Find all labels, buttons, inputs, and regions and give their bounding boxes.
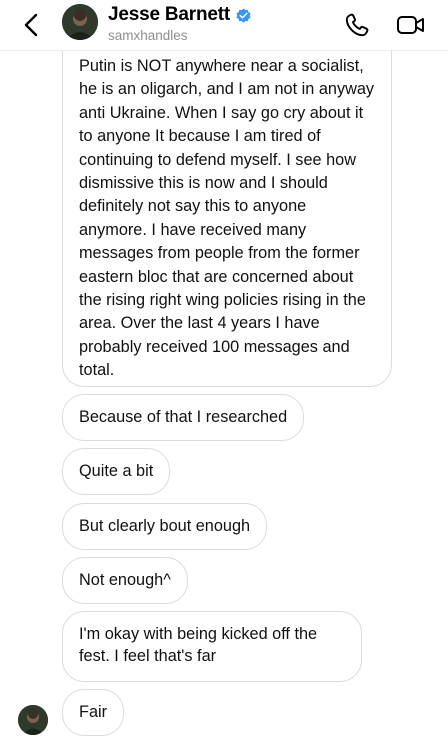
contact-handle: samxhandles (108, 28, 188, 43)
message-text: Not enough^ (79, 571, 171, 589)
message-text: I'm okay with being kicked off the fest.… (79, 625, 318, 666)
back-button[interactable] (14, 8, 48, 42)
message-bubble[interactable]: Fair (62, 689, 125, 736)
verified-badge-icon (235, 7, 252, 24)
message-bubble[interactable]: Putin is NOT anywhere near a socialist, … (62, 40, 392, 387)
avatar-image (62, 4, 98, 40)
message-text: Putin is NOT anywhere near a socialist, … (79, 57, 375, 380)
chat-header: Jesse Barnett samxhandles (0, 0, 448, 51)
contact-avatar[interactable] (62, 4, 98, 40)
chevron-left-icon (24, 13, 38, 37)
contact-name: Jesse Barnett (108, 4, 231, 25)
message-text: But clearly bout enough (79, 517, 251, 535)
message-bubble[interactable]: Quite a bit (62, 448, 171, 495)
message-bubble[interactable]: Because of that I researched (62, 394, 305, 441)
message-text: Because of that I researched (79, 408, 288, 426)
message-bubble[interactable]: I'm okay with being kicked off the fest.… (62, 611, 362, 682)
message-bubble[interactable]: But clearly bout enough (62, 503, 268, 550)
message-text: Fair (79, 703, 108, 721)
video-call-button[interactable] (392, 8, 430, 42)
sender-avatar[interactable] (18, 705, 48, 735)
contact-title[interactable]: Jesse Barnett (108, 3, 252, 27)
phone-icon (345, 13, 369, 37)
message-bubble[interactable]: Not enough^ (62, 557, 188, 604)
video-camera-icon (397, 16, 424, 34)
message-text: Quite a bit (79, 462, 154, 480)
avatar-image (18, 705, 48, 735)
audio-call-button[interactable] (340, 8, 374, 42)
